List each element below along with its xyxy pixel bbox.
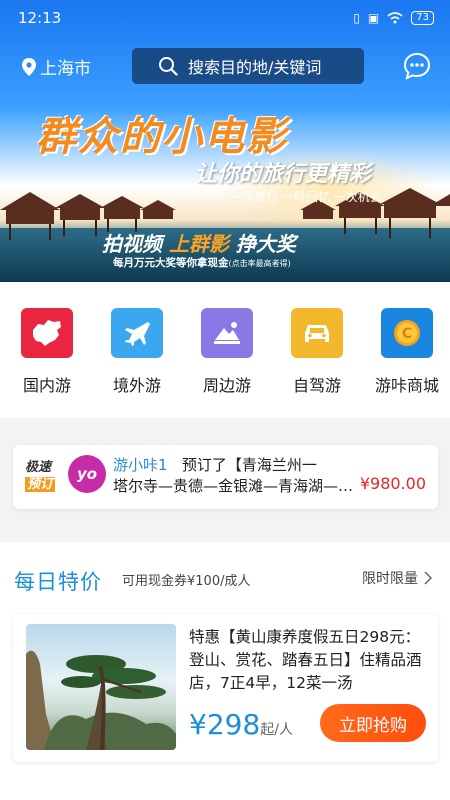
mountain-image-icon xyxy=(201,308,253,358)
section-title: 每日特价 xyxy=(14,570,102,594)
hero-banner[interactable]: 群众的小电影 让你的旅行更精彩 一次旅行 一段回忆 一次机会 拍视频 上群影 挣… xyxy=(0,0,450,282)
vibrate-icon: ▯ xyxy=(353,11,360,25)
ticker-price: ¥980.00 xyxy=(359,474,426,493)
top-header: 上海市 搜索目的地/关键词 xyxy=(0,48,450,86)
booking-ticker[interactable]: 极速 预订 yo 游小咔1 预订了【青海兰州一 塔尔寺—贵德—金银滩—青海湖—茶… xyxy=(13,445,438,509)
status-bar: 12:13 ▯ ▣ 73 xyxy=(0,0,450,36)
deal-description: 特惠【黄山康养度假五日298元：登山、赏花、踏春五日】住精品酒店，7正4早，12… xyxy=(189,628,422,692)
category-domestic[interactable]: 国内游 xyxy=(4,282,90,418)
deal-price: ¥298起/人 xyxy=(189,708,293,741)
category-selfdrive[interactable]: 自驾游 xyxy=(274,282,360,418)
car-icon xyxy=(291,308,343,358)
category-label: 游咔商城 xyxy=(374,376,439,395)
more-label: 限时限量 xyxy=(362,571,418,587)
battery-icon: 73 xyxy=(411,11,434,25)
message-icon[interactable] xyxy=(403,52,431,80)
category-mall[interactable]: C 游咔商城 xyxy=(364,282,450,418)
coin-icon: C xyxy=(381,308,433,358)
huangshan-pine-illustration xyxy=(26,650,176,750)
location-selector[interactable]: 上海市 xyxy=(22,54,91,79)
badge-line2: 预订 xyxy=(25,477,56,492)
banner-cta: 拍视频 上群影 挣大奖 xyxy=(102,228,296,257)
badge-line1: 极速 xyxy=(25,460,52,475)
section-subtitle: 可用现金券¥100/成人 xyxy=(122,574,251,589)
banner-headline: 群众的小电影 xyxy=(36,113,288,160)
ticker-headline: 游小咔1 预订了【青海兰州一 xyxy=(113,454,317,475)
location-label: 上海市 xyxy=(40,59,91,79)
category-grid: 国内游 境外游 周边游 自驾游 C 游咔商城 xyxy=(0,282,450,418)
deal-price-unit: 起/人 xyxy=(260,722,293,738)
banner-cta-suffix: 挣大奖 xyxy=(235,232,296,256)
banner-prize-text: 每月万元大奖等你拿现金 xyxy=(113,257,229,269)
system-icons: ▯ ▣ 73 xyxy=(353,11,434,25)
banner-prize-note: (点击率最高者得) xyxy=(228,259,291,268)
category-label: 境外游 xyxy=(112,376,161,395)
deal-card[interactable]: 特惠【黄山康养度假五日298元：登山、赏花、踏春五日】住精品酒店，7正4早，12… xyxy=(13,614,438,762)
ticker-detail: 塔尔寺—贵德—金银滩—青海湖—茶卡盐湖 xyxy=(113,477,358,495)
category-nearby[interactable]: 周边游 xyxy=(184,282,270,418)
china-map-icon xyxy=(21,308,73,358)
status-time: 12:13 xyxy=(18,9,62,27)
ticker-user: 游小咔1 xyxy=(113,456,168,474)
banner-cta-prefix: 拍视频 xyxy=(102,232,162,256)
banner-prize: 每月万元大奖等你拿现金(点击率最高者得) xyxy=(113,255,291,270)
fast-booking-badge: 极速 预订 xyxy=(25,459,56,493)
deal-price-value: ¥298 xyxy=(189,708,261,741)
sim-icon: ▣ xyxy=(367,11,380,25)
banner-subline: 一次旅行 一段回忆 一次机会 xyxy=(230,190,382,204)
airplane-icon xyxy=(111,308,163,358)
buy-now-button[interactable]: 立即抢购 xyxy=(320,704,426,742)
chevron-right-icon xyxy=(424,571,432,585)
category-label: 自驾游 xyxy=(292,376,341,395)
deal-photo xyxy=(26,624,176,750)
daily-deals-section: 每日特价 可用现金券¥100/成人 限时限量 特惠【黄山康养度假五日298元：登… xyxy=(0,542,450,800)
svg-text:C: C xyxy=(402,326,412,342)
location-pin-icon xyxy=(22,57,36,76)
banner-cta-highlight: 上群影 xyxy=(168,232,229,256)
category-label: 周边游 xyxy=(202,376,251,395)
ticker-action: 预订了【青海兰州一 xyxy=(181,456,317,474)
banner-tagline: 让你的旅行更精彩 xyxy=(195,161,372,187)
avatar: yo xyxy=(68,455,106,493)
category-label: 国内游 xyxy=(22,376,71,395)
search-placeholder: 搜索目的地/关键词 xyxy=(188,58,322,77)
search-icon xyxy=(159,57,178,76)
more-link[interactable]: 限时限量 xyxy=(362,568,432,588)
category-overseas[interactable]: 境外游 xyxy=(94,282,180,418)
wifi-icon xyxy=(387,12,403,24)
search-bar[interactable]: 搜索目的地/关键词 xyxy=(132,48,364,84)
